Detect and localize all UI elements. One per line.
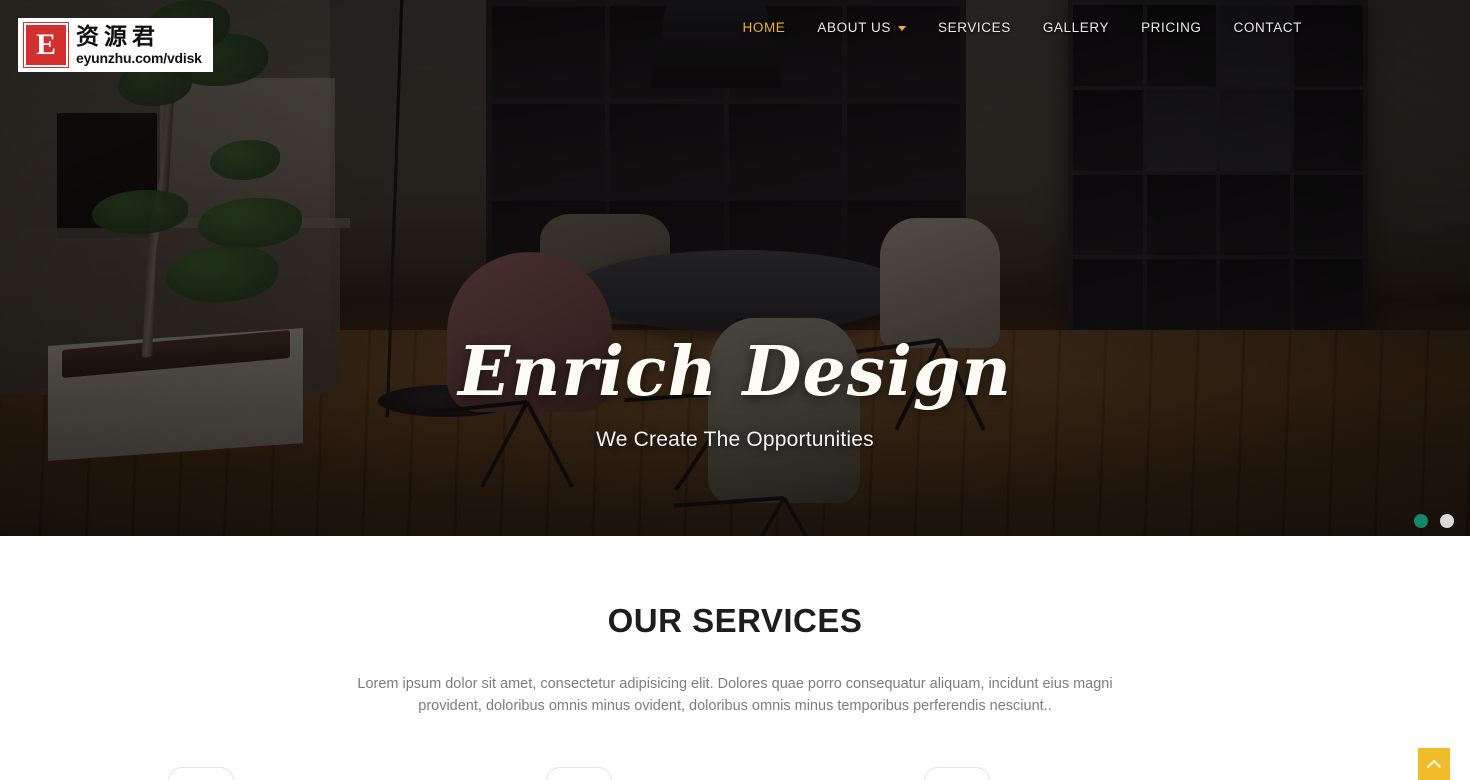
watermark-overlay: E 资源君 eyunzhu.com/vdisk: [18, 18, 213, 72]
nav-item-home[interactable]: HOME: [727, 20, 802, 35]
nav-links: HOME ABOUT US SERVICES GALLERY PRICING C…: [727, 20, 1318, 35]
nav-label-pricing: PRICING: [1141, 20, 1202, 35]
hero-subtitle: We Create The Opportunities: [596, 428, 874, 451]
service-card-living-room[interactable]: ❖ LIVING ROOM: [546, 767, 924, 780]
nav-label-services: SERVICES: [938, 20, 1011, 35]
carousel-dot-1[interactable]: [1414, 514, 1428, 528]
chevron-up-icon: [1427, 759, 1441, 769]
kitchen-icon: ⚒: [168, 767, 234, 780]
nav-label-gallery: GALLERY: [1042, 20, 1110, 35]
watermark-text: 资源君 eyunzhu.com/vdisk: [76, 23, 202, 66]
services-grid: ⚒ KITCHEN ❖ LIVING ROOM ♨ BATHROOM: [0, 767, 1470, 780]
nav-label-home: HOME: [742, 20, 786, 35]
nav-item-about-us[interactable]: ABOUT US: [801, 20, 922, 35]
carousel-indicators: [1414, 514, 1454, 528]
section-description: Lorem ipsum dolor sit amet, consectetur …: [357, 676, 1113, 714]
section-title: OUR SERVICES: [607, 602, 863, 639]
service-name-bathroom: BATHROOM: [1012, 767, 1133, 780]
nav-item-services[interactable]: SERVICES: [922, 20, 1027, 35]
bathroom-icon: ♨: [924, 767, 990, 780]
service-name-living-room: LIVING ROOM: [634, 767, 776, 780]
chevron-down-icon: [898, 26, 906, 31]
living-room-icon: ❖: [546, 767, 612, 780]
watermark-url: eyunzhu.com/vdisk: [76, 49, 202, 66]
watermark-badge-icon: E: [23, 22, 69, 68]
watermark-chinese-text: 资源君: [76, 23, 160, 50]
service-name-kitchen: KITCHEN: [256, 767, 350, 780]
hero-title: Enrich Design: [458, 332, 1012, 412]
nav-label-contact: CONTACT: [1233, 20, 1302, 35]
main-navigation: Uplift HOME ABOUT US SERVICES GALLERY PR…: [0, 0, 1470, 62]
nav-item-pricing[interactable]: PRICING: [1125, 20, 1217, 35]
hero-section: Uplift HOME ABOUT US SERVICES GALLERY PR…: [0, 0, 1470, 536]
hero-background-photo: [0, 0, 1470, 536]
scroll-to-top-button[interactable]: [1418, 748, 1450, 780]
hero-text-block: Enrich Design We Create The Opportunitie…: [0, 338, 1470, 452]
services-section: OUR SERVICES Lorem ipsum dolor sit amet,…: [0, 536, 1470, 780]
service-card-bathroom[interactable]: ♨ BATHROOM: [924, 767, 1302, 780]
carousel-dot-2[interactable]: [1440, 514, 1454, 528]
nav-item-gallery[interactable]: GALLERY: [1027, 20, 1125, 35]
service-card-kitchen[interactable]: ⚒ KITCHEN: [168, 767, 546, 780]
nav-item-contact[interactable]: CONTACT: [1218, 20, 1318, 35]
nav-label-about-us: ABOUT US: [817, 20, 891, 35]
hero-vignette: [0, 0, 1470, 536]
